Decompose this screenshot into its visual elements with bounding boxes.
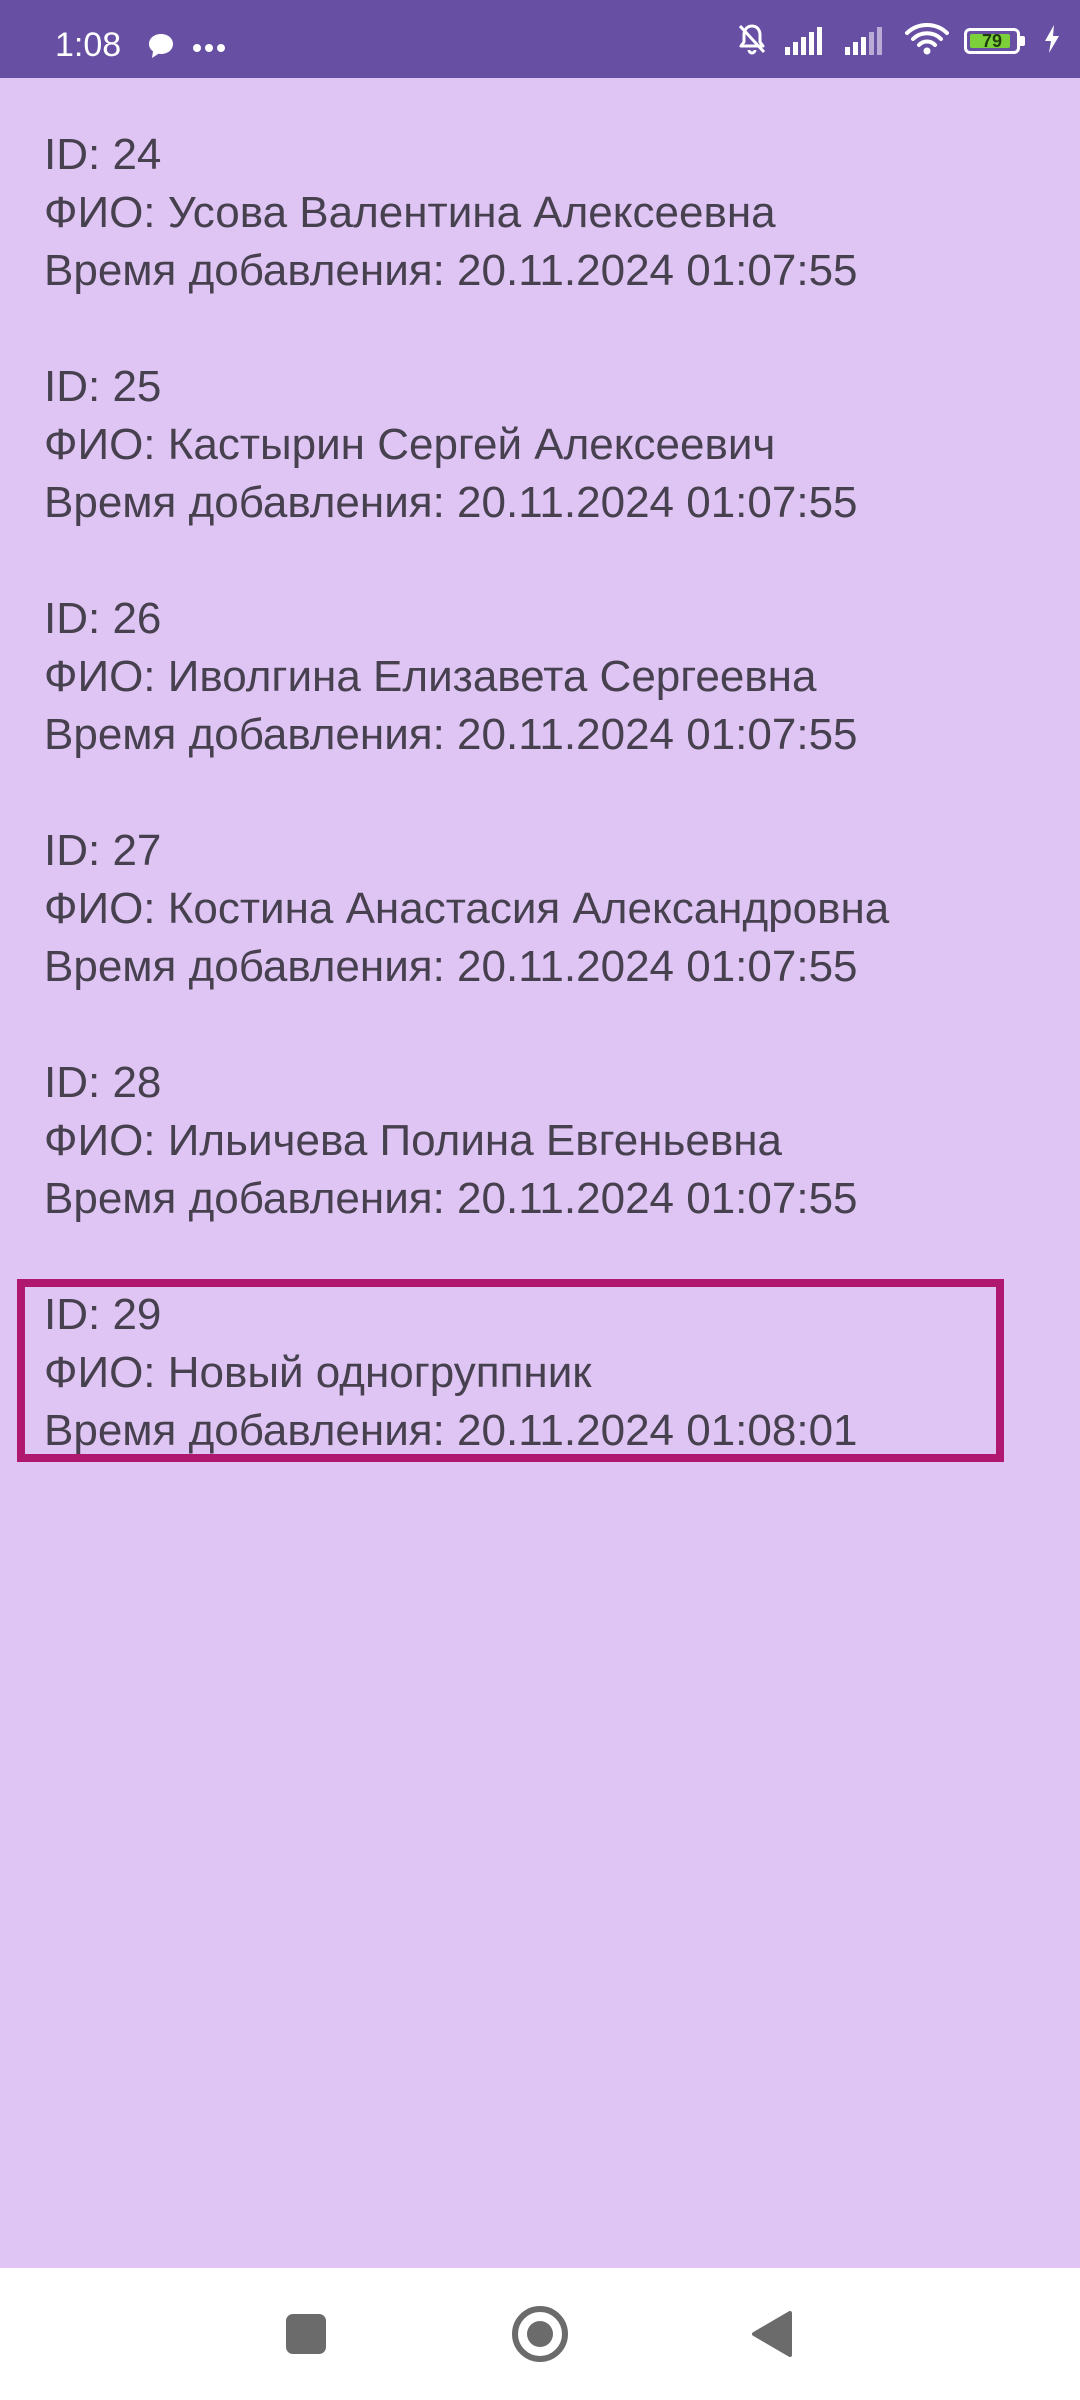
record-name: ФИО: Ильичева Полина Евгеньевна xyxy=(44,1116,783,1165)
home-button[interactable] xyxy=(502,2298,578,2374)
bell-muted-icon xyxy=(734,21,770,62)
cell-signal-2-icon xyxy=(844,23,890,60)
record-name: ФИО: Усова Валентина Алексеевна xyxy=(44,188,776,237)
record-time: Время добавления: 20.11.2024 01:07:55 xyxy=(44,942,858,991)
record-id: ID: 25 xyxy=(44,362,162,411)
charging-bolt-icon xyxy=(1042,24,1062,59)
record-name: ФИО: Костина Анастасия Александровна xyxy=(44,884,890,933)
record-time: Время добавления: 20.11.2024 01:07:55 xyxy=(44,246,858,295)
record-time: Время добавления: 20.11.2024 01:08:01 xyxy=(44,1406,858,1455)
recents-button[interactable] xyxy=(268,2298,344,2374)
record-id: ID: 29 xyxy=(44,1290,162,1339)
record-name: ФИО: Иволгина Елизавета Сергеевна xyxy=(44,652,817,701)
record-name: ФИО: Кастырин Сергей Алексеевич xyxy=(44,420,776,469)
record-time: Время добавления: 20.11.2024 01:07:55 xyxy=(44,1174,858,1223)
back-triangle-icon xyxy=(750,2310,794,2363)
list-item[interactable]: ID: 24 ФИО: Усова Валентина Алексеевна В… xyxy=(44,126,1024,300)
list-item[interactable]: ID: 25 ФИО: Кастырин Сергей Алексеевич В… xyxy=(44,358,1024,532)
record-time: Время добавления: 20.11.2024 01:07:55 xyxy=(44,710,858,759)
record-id: ID: 27 xyxy=(44,826,162,875)
status-bar: 1:08 79 xyxy=(0,0,1080,78)
navigation-bar xyxy=(0,2268,1080,2400)
list-item[interactable]: ID: 27 ФИО: Костина Анастасия Александро… xyxy=(44,822,1024,996)
list-item[interactable]: ID: 28 ФИО: Ильичева Полина Евгеньевна В… xyxy=(44,1054,1024,1228)
status-notification-icons xyxy=(146,32,226,65)
record-id: ID: 24 xyxy=(44,130,162,179)
status-system-icons: 79 xyxy=(734,22,1062,61)
status-time: 1:08 xyxy=(55,26,122,64)
battery-level: 79 xyxy=(981,31,1003,51)
list-item[interactable]: ID: 26 ФИО: Иволгина Елизавета Сергеевна… xyxy=(44,590,1024,764)
record-id: ID: 26 xyxy=(44,594,162,643)
wifi-icon xyxy=(904,22,950,61)
more-dots-icon xyxy=(192,40,226,58)
cell-signal-icon xyxy=(784,23,830,60)
chat-bubble-icon xyxy=(146,32,176,65)
list-item-highlighted[interactable]: ID: 29 ФИО: Новый одногруппник Время доб… xyxy=(44,1286,1024,1460)
record-name: ФИО: Новый одногруппник xyxy=(44,1348,592,1397)
battery-icon: 79 xyxy=(964,26,1028,56)
back-button[interactable] xyxy=(734,2298,810,2374)
recents-square-icon xyxy=(284,2312,328,2361)
home-circle-icon xyxy=(510,2304,570,2369)
record-id: ID: 28 xyxy=(44,1058,162,1107)
record-time: Время добавления: 20.11.2024 01:07:55 xyxy=(44,478,858,527)
